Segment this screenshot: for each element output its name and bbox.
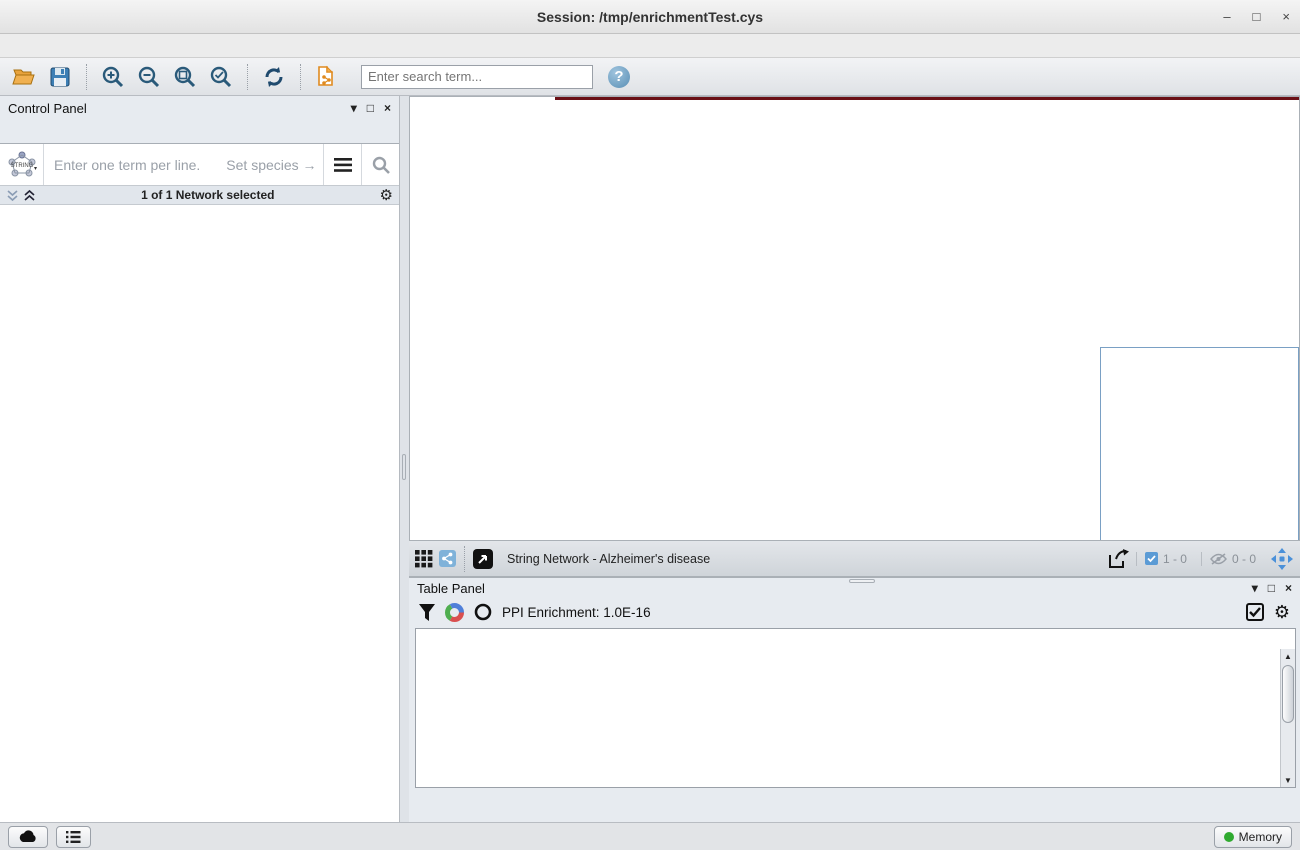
string-query-placeholder[interactable]: Enter one term per line. [54, 157, 200, 173]
network-view-title: String Network - Alzheimer's disease [499, 552, 1102, 566]
task-history-button[interactable] [56, 826, 91, 848]
selected-checkbox-icon [1145, 552, 1158, 565]
selected-nodes-indicator: 1 - 0 [1136, 552, 1195, 566]
search-input[interactable] [361, 65, 593, 89]
maximize-button[interactable]: □ [1253, 9, 1261, 24]
scroll-down-icon[interactable]: ▼ [1281, 773, 1295, 787]
open-session-button[interactable] [8, 62, 40, 92]
expand-all-icon[interactable] [23, 189, 36, 202]
scroll-up-icon[interactable]: ▲ [1281, 649, 1295, 663]
memory-button[interactable]: Memory [1214, 826, 1292, 848]
panel-float-icon[interactable]: □ [367, 101, 374, 115]
status-bar: Memory [0, 822, 1300, 850]
close-button[interactable]: × [1282, 9, 1290, 24]
table-panel-title: Table Panel [417, 581, 485, 596]
filter-icon[interactable] [419, 604, 435, 621]
network-tree [0, 204, 399, 822]
panel-collapse-icon[interactable]: ▾ [351, 101, 357, 115]
panel-splitter[interactable] [400, 96, 409, 822]
panel-close-icon[interactable]: × [384, 101, 391, 115]
hidden-nodes-indicator: 0 - 0 [1201, 552, 1264, 566]
navigator-icon[interactable] [1270, 547, 1294, 571]
list-icon [66, 831, 81, 843]
zoom-out-button[interactable] [133, 62, 165, 92]
cloud-icon [18, 830, 38, 843]
menu-bar [0, 34, 1300, 58]
window-title: Session: /tmp/enrichmentTest.cys [0, 9, 1300, 25]
set-species-hint[interactable]: Set species → [226, 157, 316, 173]
network-panel-gear-icon[interactable]: ⚙ [380, 186, 393, 204]
cloud-tasks-button[interactable] [8, 826, 48, 848]
table-panel-close-icon[interactable]: × [1285, 581, 1292, 595]
refresh-icon[interactable] [258, 62, 290, 92]
string-protein-query-dropdown[interactable]: STRING [0, 144, 44, 185]
select-rows-icon[interactable] [1246, 603, 1264, 621]
help-glyph: ? [608, 66, 630, 88]
birds-eye-view[interactable] [1100, 347, 1299, 541]
enrichment-table: ▲ ▼ [415, 628, 1296, 788]
table-panel-collapse-icon[interactable]: ▾ [1252, 581, 1258, 595]
network-selection-status: 1 of 1 Network selected [36, 188, 380, 202]
enrichment-chart-icon[interactable] [445, 603, 464, 622]
table-scrollbar[interactable]: ▲ ▼ [1280, 649, 1295, 787]
main-toolbar: ? [0, 58, 1300, 96]
toolbar-separator [300, 64, 301, 90]
zoom-fit-button[interactable] [169, 62, 201, 92]
string-style-icon[interactable] [439, 550, 456, 567]
scroll-thumb[interactable] [1282, 665, 1294, 723]
collapse-all-icon[interactable] [6, 189, 19, 202]
zoom-selected-button[interactable] [205, 62, 237, 92]
table-panel-float-icon[interactable]: □ [1268, 581, 1275, 595]
toolbar-separator [247, 64, 248, 90]
control-panel-title: Control Panel [8, 101, 87, 116]
minimize-button[interactable]: – [1223, 9, 1230, 24]
detach-view-icon[interactable] [473, 549, 493, 569]
export-network-icon[interactable] [1108, 549, 1130, 569]
string-options-menu-icon[interactable] [323, 144, 361, 185]
clone-network-button[interactable] [311, 62, 343, 92]
chevron-down-icon [34, 167, 37, 170]
zoom-in-button[interactable] [97, 62, 129, 92]
window-titlebar: Session: /tmp/enrichmentTest.cys – □ × [0, 0, 1300, 34]
memory-status-dot [1224, 832, 1234, 842]
network-canvas[interactable] [409, 96, 1300, 541]
table-tabs [409, 788, 1300, 814]
toolbar-separator [86, 64, 87, 90]
remove-chart-icon[interactable] [474, 603, 492, 621]
memory-label: Memory [1239, 830, 1282, 844]
table-panel: Table Panel ▾ □ × PPI Enrichment: 1.0E-1… [409, 577, 1300, 822]
annotation-strip [555, 97, 1300, 100]
save-session-button[interactable] [44, 62, 76, 92]
horizontal-splitter-handle[interactable] [849, 579, 875, 583]
eye-slash-icon [1210, 553, 1227, 565]
table-settings-gear-icon[interactable]: ⚙ [1274, 602, 1290, 623]
ppi-enrichment-value: PPI Enrichment: 1.0E-16 [502, 605, 651, 620]
control-panel-tabs [0, 120, 399, 143]
string-query-bar: STRING Enter one term per line. Set spec… [0, 143, 399, 186]
network-view-toolbar: String Network - Alzheimer's disease 1 -… [409, 541, 1300, 577]
control-panel: Control Panel ▾ □ × STRING Enter one ter… [0, 96, 400, 822]
string-search-icon[interactable] [361, 144, 399, 185]
string-logo-text: STRING [10, 163, 33, 169]
grid-view-icon[interactable] [415, 550, 433, 568]
help-button[interactable]: ? [603, 62, 635, 92]
